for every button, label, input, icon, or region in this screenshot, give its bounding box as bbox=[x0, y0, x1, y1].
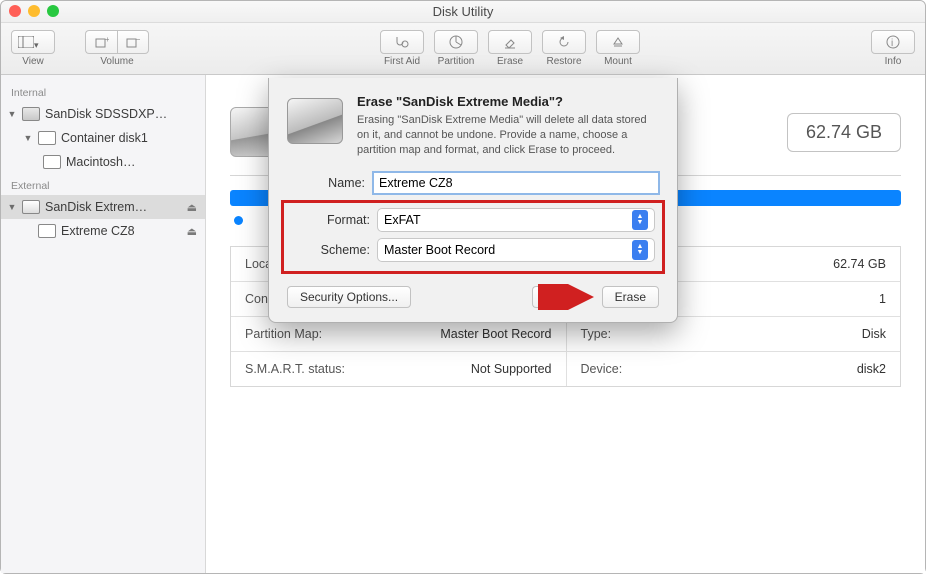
select-stepper-icon: ▲▼ bbox=[632, 210, 648, 230]
sidebar-item-label: SanDisk SDSSDXP… bbox=[45, 107, 167, 121]
svg-text:+: + bbox=[105, 36, 109, 44]
info-partition-key: Partition Map: bbox=[245, 327, 322, 341]
minimize-icon[interactable] bbox=[28, 5, 40, 17]
sidebar-header-internal: Internal bbox=[1, 81, 205, 102]
first-aid-label: First Aid bbox=[384, 56, 420, 67]
usb-disk-icon bbox=[22, 200, 40, 214]
scheme-select[interactable]: Master Boot Record ▲▼ bbox=[378, 239, 654, 261]
sheet-title: Erase "SanDisk Extreme Media"? bbox=[357, 94, 659, 109]
erase-sheet: Erase "SanDisk Extreme Media"? Erasing "… bbox=[268, 78, 678, 323]
scheme-value: Master Boot Record bbox=[384, 243, 495, 257]
sheet-disk-icon bbox=[287, 94, 343, 150]
mount-icon bbox=[611, 35, 625, 49]
capacity-pill: 62.74 GB bbox=[787, 113, 901, 152]
restore-label: Restore bbox=[546, 56, 581, 67]
format-value: ExFAT bbox=[384, 213, 421, 227]
sidebar-item-label: Container disk1 bbox=[61, 131, 148, 145]
security-options-button[interactable]: Security Options... bbox=[287, 286, 411, 308]
toolbar-view: View bbox=[11, 30, 55, 67]
first-aid-button[interactable] bbox=[380, 30, 424, 54]
volume-plus-icon: + bbox=[95, 36, 109, 48]
info-icon: i bbox=[886, 35, 900, 49]
erase-button[interactable] bbox=[488, 30, 532, 54]
erase-form: Name: Format: ExFAT ▲▼ Scheme: Master Bo… bbox=[287, 172, 659, 308]
sidebar-item-external-disk[interactable]: ▼ SanDisk Extrem… ⏏ bbox=[1, 195, 205, 219]
info-smart-key: S.M.A.R.T. status: bbox=[245, 362, 345, 376]
sidebar-item-macintosh[interactable]: Macintosh… bbox=[1, 150, 205, 174]
info-type-val: Disk bbox=[862, 327, 886, 341]
mount-button[interactable] bbox=[596, 30, 640, 54]
erase-confirm-button[interactable]: Erase bbox=[602, 286, 659, 308]
info-device-key: Device: bbox=[581, 362, 623, 376]
titlebar: Disk Utility bbox=[1, 1, 925, 23]
volume-add-button[interactable]: + bbox=[85, 30, 117, 54]
highlighted-options: Format: ExFAT ▲▼ Scheme: Master Boot Rec… bbox=[281, 200, 665, 274]
info-child-val: 1 bbox=[879, 292, 886, 306]
toolbar: View + − Volume First Aid Partition Eras… bbox=[1, 23, 925, 75]
disclosure-triangle-icon[interactable]: ▼ bbox=[7, 202, 17, 212]
disk-icon bbox=[22, 107, 40, 121]
format-select[interactable]: ExFAT ▲▼ bbox=[378, 209, 654, 231]
eject-icon[interactable]: ⏏ bbox=[187, 201, 197, 214]
toolbar-info: i Info bbox=[871, 30, 915, 67]
info-smart-val: Not Supported bbox=[471, 362, 552, 376]
close-icon[interactable] bbox=[9, 5, 21, 17]
name-input[interactable] bbox=[373, 172, 659, 194]
svg-text:−: − bbox=[136, 36, 140, 44]
sidebar-icon bbox=[18, 36, 34, 48]
sidebar-item-external-volume[interactable]: ▼ Extreme CZ8 ⏏ bbox=[1, 219, 205, 243]
disk-utility-window: Disk Utility View + − Volume bbox=[0, 0, 926, 574]
window-controls bbox=[9, 5, 59, 17]
partition-label: Partition bbox=[438, 56, 475, 67]
container-icon bbox=[38, 131, 56, 145]
info-partition-val: Master Boot Record bbox=[440, 327, 551, 341]
info-device-val: disk2 bbox=[857, 362, 886, 376]
format-label: Format: bbox=[292, 213, 378, 227]
info-label: Info bbox=[885, 56, 902, 67]
volume-icon bbox=[38, 224, 56, 238]
name-label: Name: bbox=[287, 176, 373, 190]
restore-button[interactable] bbox=[542, 30, 586, 54]
sidebar: Internal ▼ SanDisk SDSSDXP… ▼ Container … bbox=[1, 75, 206, 573]
partition-button[interactable] bbox=[434, 30, 478, 54]
scheme-label: Scheme: bbox=[292, 243, 378, 257]
svg-text:i: i bbox=[891, 38, 893, 49]
zoom-icon[interactable] bbox=[47, 5, 59, 17]
sidebar-item-label: SanDisk Extrem… bbox=[45, 200, 147, 214]
disclosure-triangle-icon[interactable]: ▼ bbox=[23, 133, 33, 143]
toolbar-view-label: View bbox=[22, 56, 44, 67]
sidebar-header-external: External bbox=[1, 174, 205, 195]
chevron-down-icon bbox=[34, 35, 48, 49]
eject-icon[interactable]: ⏏ bbox=[187, 225, 197, 238]
volume-remove-button[interactable]: − bbox=[117, 30, 149, 54]
legend-dot-icon bbox=[234, 216, 243, 225]
toolbar-volume: + − Volume bbox=[85, 30, 149, 67]
volume-icon bbox=[43, 155, 61, 169]
toolbar-center: First Aid Partition Erase Restore Mount bbox=[380, 30, 640, 67]
cancel-button-partial[interactable] bbox=[532, 286, 550, 308]
sidebar-item-label: Macintosh… bbox=[66, 155, 135, 169]
erase-label: Erase bbox=[497, 56, 523, 67]
info-type-key: Type: bbox=[581, 327, 612, 341]
erase-icon bbox=[503, 35, 517, 49]
view-button[interactable] bbox=[11, 30, 55, 54]
pie-icon bbox=[449, 35, 463, 49]
info-capacity-val: 62.74 GB bbox=[833, 257, 886, 271]
volume-minus-icon: − bbox=[126, 36, 140, 48]
restore-icon bbox=[557, 35, 571, 49]
disclosure-triangle-icon[interactable]: ▼ bbox=[7, 109, 17, 119]
stethoscope-icon bbox=[394, 35, 410, 49]
info-button[interactable]: i bbox=[871, 30, 915, 54]
toolbar-volume-label: Volume bbox=[100, 56, 133, 67]
window-title: Disk Utility bbox=[433, 4, 494, 19]
select-stepper-icon: ▲▼ bbox=[632, 240, 648, 260]
sidebar-item-label: Extreme CZ8 bbox=[61, 224, 135, 238]
sidebar-item-container[interactable]: ▼ Container disk1 bbox=[1, 126, 205, 150]
sheet-description: Erasing "SanDisk Extreme Media" will del… bbox=[357, 113, 659, 158]
mount-label: Mount bbox=[604, 56, 632, 67]
sidebar-item-internal-disk[interactable]: ▼ SanDisk SDSSDXP… bbox=[1, 102, 205, 126]
